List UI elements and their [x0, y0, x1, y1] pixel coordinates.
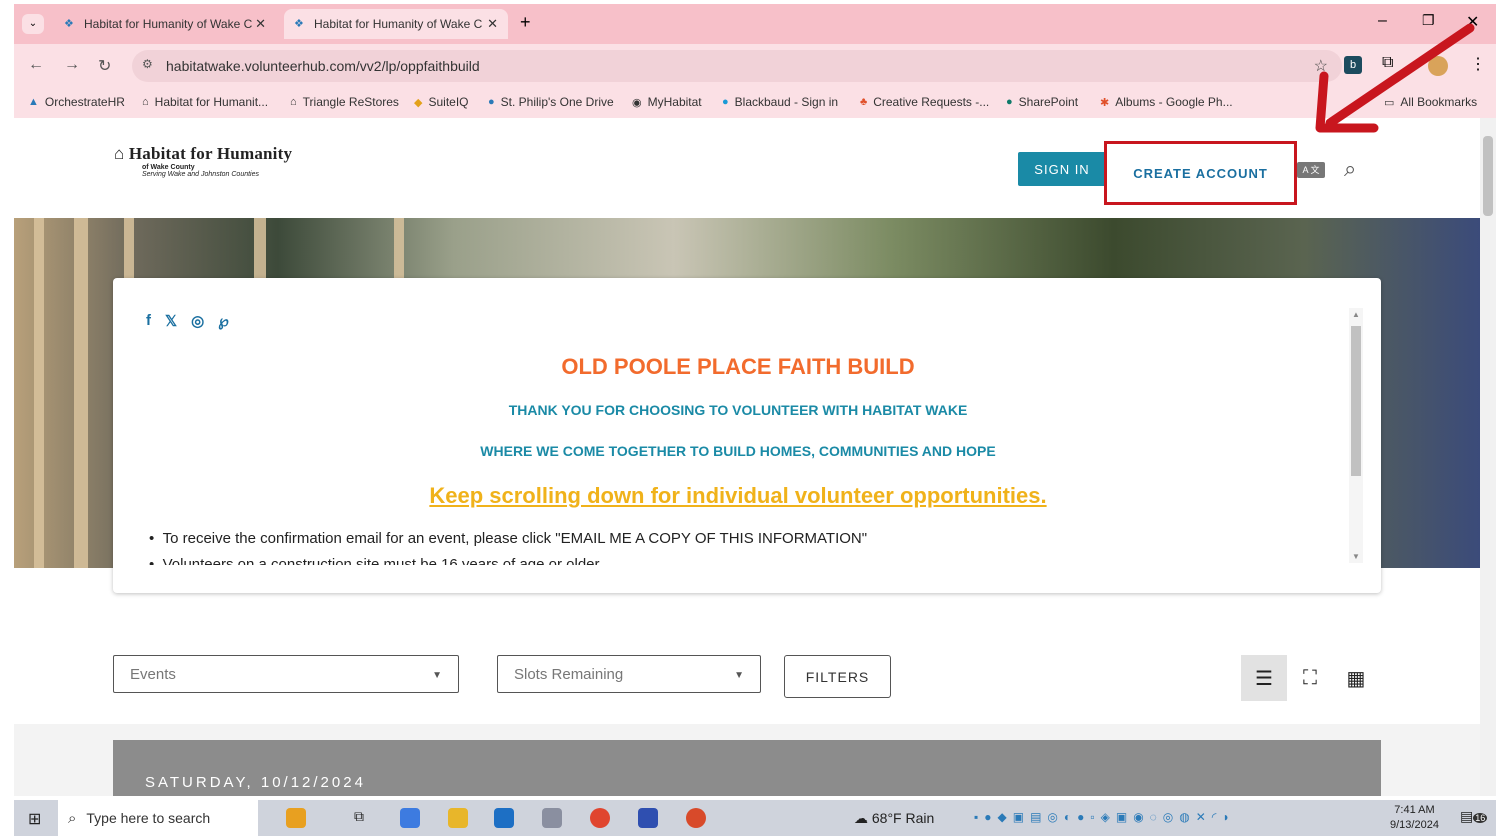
- weather-widget[interactable]: ☁ 68°F Rain: [854, 810, 934, 827]
- bookmark-item[interactable]: ♣ Creative Requests -...: [860, 95, 989, 109]
- chevron-down-icon: ▼: [432, 670, 442, 681]
- file-explorer-icon[interactable]: [448, 808, 468, 828]
- tab-2[interactable]: ❖ Habitat for Humanity of Wake C ✕: [284, 9, 508, 39]
- address-bar[interactable]: ⚙ habitatwake.volunteerhub.com/vv2/lp/op…: [132, 50, 1342, 82]
- powerpoint-icon[interactable]: [686, 808, 706, 828]
- house-logo-icon: ⌂: [114, 144, 129, 163]
- close-tab-icon[interactable]: ✕: [255, 16, 266, 32]
- logo-text: Habitat for Humanity: [128, 144, 293, 163]
- chevron-down-icon: ▼: [734, 670, 744, 681]
- notifications-icon[interactable]: ▤ 16: [1460, 808, 1488, 825]
- site-info-icon[interactable]: ⚙: [142, 57, 153, 71]
- x-twitter-icon[interactable]: 𝕏: [165, 312, 177, 330]
- slots-remaining-dropdown[interactable]: Slots Remaining ▼: [497, 655, 761, 693]
- habitat-favicon-icon: ❖: [64, 18, 74, 30]
- view-toggle: ☰ ⛶ ▦: [1241, 655, 1381, 701]
- bookmark-item[interactable]: ◉ MyHabitat: [632, 95, 702, 109]
- taskbar-search[interactable]: ⌕ Type here to search: [58, 800, 258, 836]
- taskbar: ⊞ ⌕ Type here to search ⧉ ☁ 68°F Rain ▪●…: [14, 800, 1496, 836]
- tab-1[interactable]: ❖ Habitat for Humanity of Wake C ✕: [54, 9, 276, 39]
- logo-subtitle: of Wake County: [142, 164, 195, 171]
- toolbar: ← → ↻ ⚙ habitatwake.volunteerhub.com/vv2…: [14, 44, 1496, 88]
- pinterest-icon[interactable]: ℘: [218, 312, 228, 330]
- tab-search-button[interactable]: ⌄: [22, 14, 44, 34]
- briefcase-icon[interactable]: [286, 808, 306, 828]
- chrome-icon[interactable]: [590, 808, 610, 828]
- social-links: f 𝕏 ◎ ℘: [146, 312, 229, 330]
- system-tray-icons[interactable]: ▪●◆▣▤◎◐●▫◈▣◉◌◎◍✕◜◗: [974, 810, 1236, 824]
- calendar-view-icon[interactable]: ▦: [1333, 655, 1379, 701]
- app-icon[interactable]: [638, 808, 658, 828]
- facebook-icon[interactable]: f: [146, 312, 151, 330]
- reload-icon[interactable]: ↻: [98, 56, 111, 76]
- annotation-arrow-icon: [1315, 23, 1475, 133]
- event-info-card: f 𝕏 ◎ ℘ OLD POOLE PLACE FAITH BUILD THAN…: [113, 278, 1381, 593]
- bookmark-item[interactable]: ⌂ Triangle ReStores: [290, 95, 399, 109]
- clock[interactable]: 7:41 AM 9/13/2024: [1390, 803, 1439, 833]
- copilot-icon[interactable]: [400, 808, 420, 828]
- bookmark-item[interactable]: ⌂ Habitat for Humanit...: [142, 95, 268, 109]
- windows-start-icon[interactable]: ⊞: [28, 809, 41, 829]
- outlook-icon[interactable]: [494, 808, 514, 828]
- logo-tagline: Serving Wake and Johnston Counties: [142, 171, 259, 178]
- close-tab-icon[interactable]: ✕: [487, 16, 498, 32]
- card-scrollbar[interactable]: ▲ ▼: [1349, 308, 1363, 563]
- bookmark-item[interactable]: ✱ Albums - Google Ph...: [1100, 95, 1233, 109]
- tab-1-title: Habitat for Humanity of Wake C: [84, 17, 253, 31]
- new-tab-icon[interactable]: +: [520, 12, 531, 33]
- app-icon[interactable]: [542, 808, 562, 828]
- page-scrollbar[interactable]: [1480, 118, 1496, 796]
- map-view-icon[interactable]: ⛶: [1287, 655, 1333, 701]
- bookmark-item[interactable]: ▲ OrchestrateHR: [28, 95, 125, 109]
- search-icon: ⌕: [68, 809, 77, 827]
- scroll-notice-link[interactable]: Keep scrolling down for individual volun…: [113, 483, 1345, 509]
- create-account-button[interactable]: CREATE ACCOUNT: [1104, 141, 1297, 205]
- tab-2-title: Habitat for Humanity of Wake C: [314, 17, 483, 31]
- screen: ⌄ ❖ Habitat for Humanity of Wake C ✕ ❖ H…: [0, 0, 1496, 836]
- instagram-icon[interactable]: ◎: [191, 312, 204, 330]
- subtitle-thanks: THANK YOU FOR CHOOSING TO VOLUNTEER WITH…: [508, 402, 968, 418]
- events-dropdown[interactable]: Events ▼: [113, 655, 459, 693]
- bookmark-item[interactable]: ● SharePoint: [1006, 95, 1078, 109]
- list-view-icon[interactable]: ☰: [1241, 655, 1287, 701]
- filters-button[interactable]: FILTERS: [784, 655, 891, 698]
- instruction-bullet: • Volunteers on a construction site must…: [149, 556, 603, 565]
- language-icon[interactable]: A 文: [1297, 162, 1325, 178]
- task-view-icon[interactable]: ⧉: [354, 808, 374, 828]
- web-page: ⌂ Habitat for Humanity of Wake County Se…: [14, 118, 1480, 796]
- bookmarks-bar: ▲ OrchestrateHR ⌂ Habitat for Humanit... ⌂…: [14, 88, 1496, 118]
- habitat-logo[interactable]: ⌂ Habitat for Humanity of Wake County Se…: [114, 144, 292, 178]
- habitat-favicon-icon: ❖: [294, 18, 304, 30]
- instruction-bullet: • To receive the confirmation email for …: [149, 530, 868, 547]
- date-header: SATURDAY, 10/12/2024: [113, 740, 1381, 796]
- search-icon[interactable]: ⌕: [1344, 156, 1356, 182]
- subtitle-mission: WHERE WE COME TOGETHER TO BUILD HOMES, C…: [480, 443, 996, 459]
- bookmark-item[interactable]: ● St. Philip's One Drive: [488, 95, 614, 109]
- url-text: habitatwake.volunteerhub.com/vv2/lp/oppf…: [166, 58, 480, 74]
- tab-strip: ⌄ ❖ Habitat for Humanity of Wake C ✕ ❖ H…: [14, 4, 1496, 44]
- page-title: OLD POOLE PLACE FAITH BUILD: [561, 354, 915, 379]
- search-placeholder: Type here to search: [86, 810, 211, 826]
- bookmark-item[interactable]: ● Blackbaud - Sign in: [722, 95, 838, 109]
- sign-in-button[interactable]: SIGN IN: [1018, 152, 1106, 186]
- back-icon[interactable]: ←: [28, 56, 44, 74]
- forward-icon[interactable]: →: [64, 56, 80, 74]
- weather-icon: ☁: [854, 810, 872, 826]
- bookmark-item[interactable]: ◆ SuiteIQ: [414, 95, 469, 109]
